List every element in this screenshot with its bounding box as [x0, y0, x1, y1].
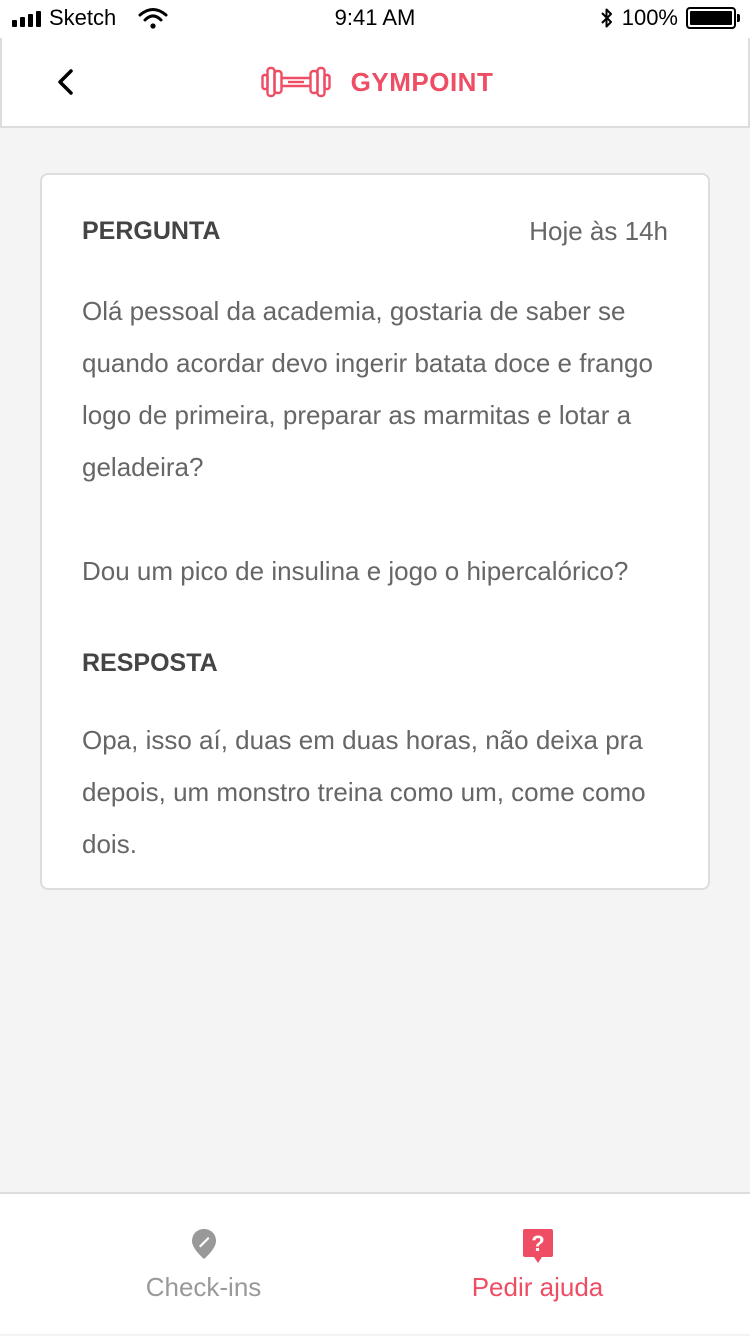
answer-paragraph: Opa, isso aí, duas em duas horas, não de…: [82, 725, 646, 859]
tab-label-check-ins: Check-ins: [145, 1272, 262, 1302]
tab-pedir-ajuda[interactable]: ? Pedir ajuda: [350, 1194, 725, 1336]
tab-label-pedir-ajuda: Pedir ajuda: [471, 1272, 604, 1302]
help-chat-icon: ?: [522, 1229, 553, 1263]
bluetooth-icon: [601, 8, 612, 28]
tab-icon-wrap: [16, 1228, 391, 1260]
dumbbell-icon: [260, 66, 331, 98]
status-right: 100%: [600, 5, 740, 31]
app-header: GYMPOINT: [0, 38, 750, 128]
card-header: PERGUNTA Hoje às 14h: [82, 213, 668, 249]
answer-label: RESPOSTA: [82, 649, 218, 677]
question-paragraph: Olá pessoal da academia, gostaria de sab…: [82, 296, 653, 482]
svg-text:?: ?: [531, 1231, 544, 1256]
location-pin-icon: [191, 1229, 216, 1259]
question-paragraph: Dou um pico de insulina e jogo o hiperca…: [82, 556, 629, 586]
tab-icon-wrap: ?: [350, 1228, 725, 1264]
question-text: Olá pessoal da academia, gostaria de sab…: [82, 285, 668, 597]
tab-check-ins[interactable]: Check-ins: [16, 1194, 391, 1336]
answer-text: Opa, isso aí, duas em duas horas, não de…: [82, 714, 668, 870]
question-label: PERGUNTA: [82, 216, 221, 245]
help-order-card: PERGUNTA Hoje às 14h Olá pessoal da acad…: [40, 173, 710, 890]
battery-icon: [686, 7, 740, 29]
brand: GYMPOINT: [2, 64, 750, 100]
status-bar: Sketch 9:41 AM 100%: [0, 0, 750, 38]
tab-bar: Check-ins ? Pedir ajuda: [0, 1192, 750, 1334]
question-time: Hoje às 14h: [529, 215, 668, 246]
battery-level: [690, 11, 732, 25]
battery-percent: 100%: [621, 5, 678, 30]
brand-name: GYMPOINT: [350, 66, 494, 97]
